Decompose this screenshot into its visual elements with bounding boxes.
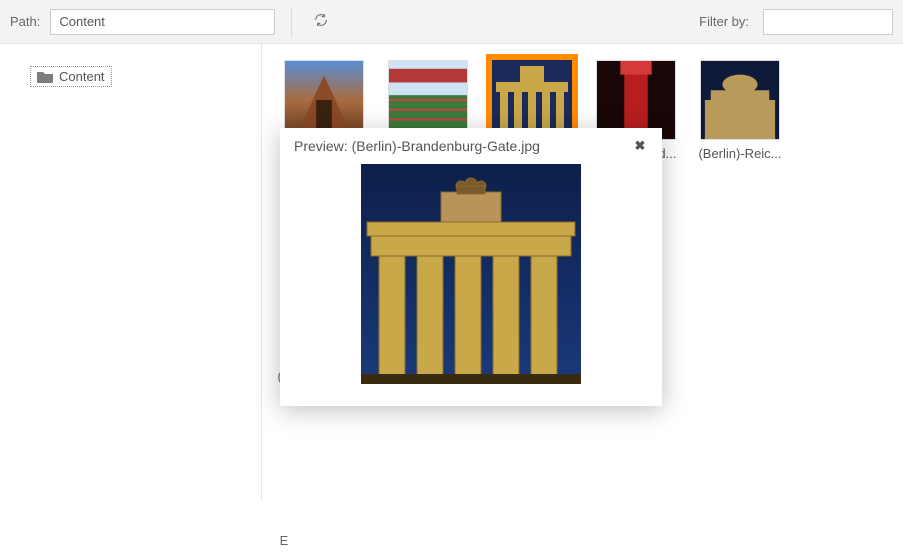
toolbar-divider: [291, 7, 292, 37]
refresh-icon: [313, 12, 329, 31]
folder-icon: [37, 71, 53, 83]
preview-popup: Preview: (Berlin)-Brandenburg-Gate.jpg ✖: [280, 128, 662, 406]
preview-body: [280, 160, 662, 388]
thumbnail-item[interactable]: (Berlin)-Reic...: [691, 60, 789, 161]
thumbnail-image: [700, 60, 780, 140]
filter-label: Filter by:: [699, 14, 749, 29]
preview-title: Preview: (Berlin)-Brandenburg-Gate.jpg: [294, 138, 624, 154]
tree-node-content[interactable]: Content: [30, 66, 112, 87]
close-icon: ✖: [635, 138, 646, 154]
tree-node-label: Content: [59, 69, 105, 84]
row-prefix-label: E: [278, 454, 290, 554]
filter-input[interactable]: [763, 9, 893, 35]
close-button[interactable]: ✖: [632, 138, 648, 154]
refresh-button[interactable]: [308, 9, 334, 35]
preview-image: [361, 164, 581, 384]
thumbnail-caption: (Berlin)-Reic...: [692, 146, 788, 161]
sidebar: Content: [0, 44, 262, 500]
path-input[interactable]: [50, 9, 275, 35]
path-label: Path:: [10, 14, 40, 29]
preview-header: Preview: (Berlin)-Brandenburg-Gate.jpg ✖: [280, 128, 662, 160]
toolbar: Path: Filter by:: [0, 0, 903, 44]
